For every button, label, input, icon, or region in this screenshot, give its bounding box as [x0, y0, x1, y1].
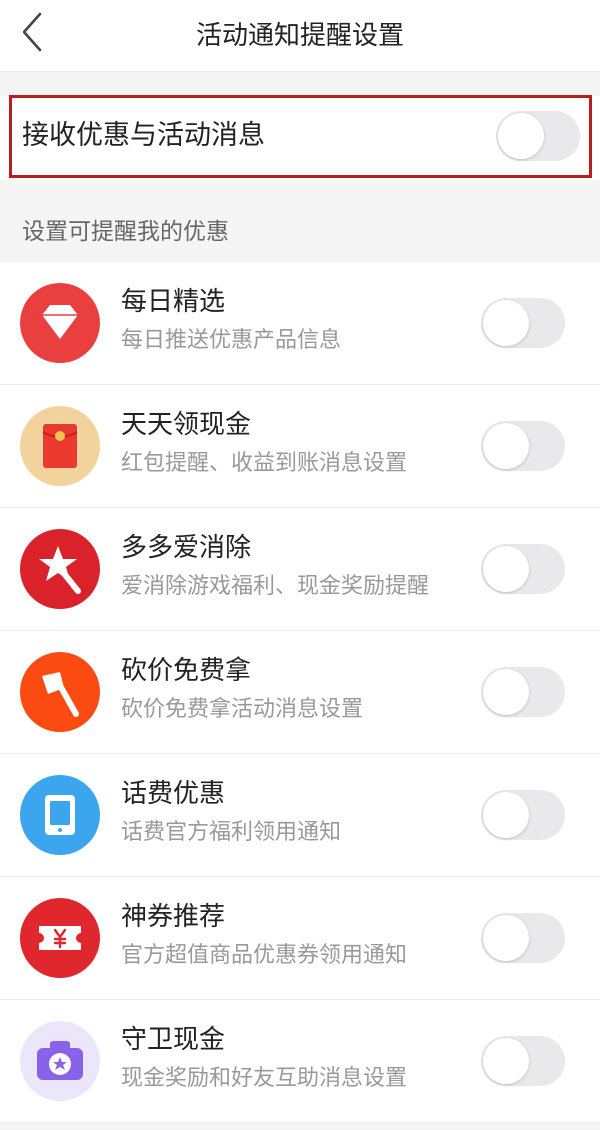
super-coupon-toggle[interactable] [481, 913, 565, 963]
axe-icon [20, 652, 100, 732]
item-title: 守卫现金 [121, 1025, 226, 1055]
list-item-daily-picks: 每日精选 每日推送优惠产品信息 [0, 262, 600, 385]
item-description: 每日推送优惠产品信息 [121, 328, 342, 353]
item-title: 天天领现金 [121, 410, 252, 440]
magic-wand-icon [20, 529, 100, 609]
nav-bar: 活动通知提醒设置 [0, 0, 600, 72]
daily-picks-toggle[interactable] [481, 298, 565, 348]
item-description: 红包提醒、收益到账消息设置 [121, 451, 408, 476]
switch-knob [498, 113, 544, 159]
section-label: 设置可提醒我的优惠 [22, 219, 229, 245]
list-item-elimination-game: 多多爱消除 爱消除游戏福利、现金奖励提醒 [0, 508, 600, 631]
switch-knob [483, 1038, 529, 1084]
reminder-list: 每日精选 每日推送优惠产品信息 天天领现金 红包提醒、收益到账消息设置 多多爱消… [0, 262, 600, 1123]
item-description: 话费官方福利领用通知 [121, 820, 342, 845]
diamond-icon [20, 283, 100, 363]
list-item-phone-credit: 话费优惠 话费官方福利领用通知 [0, 754, 600, 877]
bargain-free-toggle[interactable] [481, 667, 565, 717]
master-toggle-switch[interactable] [496, 111, 580, 161]
master-toggle-row: 接收优惠与活动消息 [0, 96, 600, 180]
red-envelope-icon [20, 406, 100, 486]
item-description: 现金奖励和好友互助消息设置 [121, 1066, 408, 1091]
list-item-super-coupon: 神券推荐 官方超值商品优惠券领用通知 [0, 877, 600, 1000]
guard-cash-toggle[interactable] [481, 1036, 565, 1086]
coupon-icon [20, 898, 100, 978]
item-description: 爱消除游戏福利、现金奖励提醒 [121, 574, 430, 599]
item-description: 官方超值商品优惠券领用通知 [121, 943, 408, 968]
switch-knob [483, 669, 529, 715]
page-title: 活动通知提醒设置 [195, 21, 404, 51]
item-description: 砍价免费拿活动消息设置 [121, 697, 364, 722]
phone-credit-toggle[interactable] [481, 790, 565, 840]
master-toggle-label: 接收优惠与活动消息 [22, 120, 265, 151]
list-item-bargain-free: 砍价免费拿 砍价免费拿活动消息设置 [0, 631, 600, 754]
switch-knob [483, 915, 529, 961]
switch-knob [483, 792, 529, 838]
daily-cash-toggle[interactable] [481, 421, 565, 471]
list-item-guard-cash: 守卫现金 现金奖励和好友互助消息设置 [0, 1000, 600, 1123]
mobile-phone-icon [20, 775, 100, 855]
item-title: 话费优惠 [121, 779, 226, 809]
item-title: 砍价免费拿 [121, 656, 252, 686]
list-item-daily-cash: 天天领现金 红包提醒、收益到账消息设置 [0, 385, 600, 508]
camera-star-icon [20, 1021, 100, 1101]
item-title: 每日精选 [121, 287, 226, 317]
switch-knob [483, 546, 529, 592]
item-title: 神券推荐 [121, 902, 226, 932]
settings-screen: 活动通知提醒设置 接收优惠与活动消息 设置可提醒我的优惠 每日精选 每日推送优惠… [0, 0, 600, 1130]
item-title: 多多爱消除 [121, 533, 252, 563]
switch-knob [483, 300, 529, 346]
elimination-game-toggle[interactable] [481, 544, 565, 594]
switch-knob [483, 423, 529, 469]
